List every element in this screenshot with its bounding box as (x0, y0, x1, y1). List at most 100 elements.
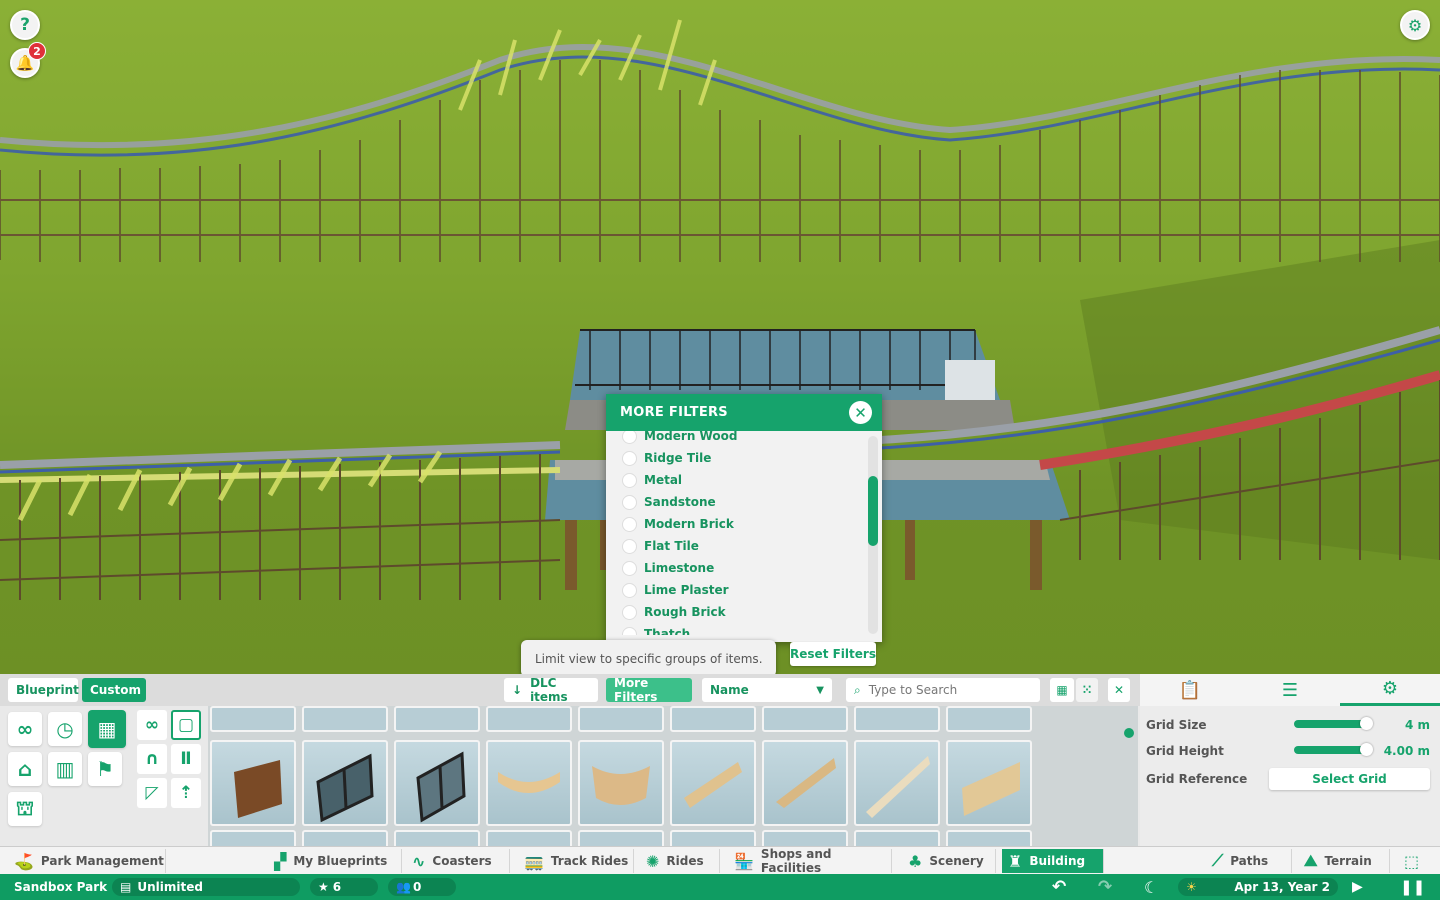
furniture-icon[interactable]: ⛫ (8, 792, 42, 826)
redo-icon[interactable]: ↷ (1098, 874, 1112, 900)
help-button[interactable]: ? (10, 10, 40, 40)
item-tile[interactable] (670, 706, 756, 732)
sub-arch-icon[interactable]: ∩ (137, 744, 167, 774)
park-rating[interactable]: ★ 6 (310, 878, 378, 896)
play-icon[interactable]: ▶ (1352, 874, 1363, 900)
filter-item[interactable]: Rough Brick (622, 601, 726, 623)
park-name[interactable]: Sandbox Park (14, 874, 107, 900)
filter-checkbox[interactable] (622, 626, 637, 635)
tab-custom[interactable]: Custom (82, 678, 146, 702)
day-night-icon[interactable]: ☾ (1144, 874, 1158, 900)
item-tile[interactable] (394, 740, 480, 826)
settings-button[interactable]: ⚙ (1400, 10, 1430, 40)
filter-checkbox[interactable] (622, 582, 637, 598)
nav-rides[interactable]: ✺ Rides (640, 849, 720, 873)
nav-paths[interactable]: ⟋ Paths (1206, 849, 1292, 873)
filter-item[interactable]: Thatch (622, 623, 690, 635)
tab-blueprint[interactable]: Blueprint (8, 678, 79, 702)
filter-item[interactable]: Sandstone (622, 491, 716, 513)
undo-icon[interactable]: ↶ (1052, 874, 1066, 900)
grid-height-slider[interactable] (1294, 746, 1366, 754)
list-icon[interactable]: ☰ (1240, 674, 1340, 706)
nav-track-rides[interactable]: 🚃 Track Rides (518, 849, 634, 873)
item-tile[interactable] (210, 740, 296, 826)
sub-tree-icon[interactable]: ⇡ (171, 778, 201, 808)
filter-item[interactable]: Limestone (622, 557, 714, 579)
items-scroll-indicator[interactable] (1124, 728, 1134, 738)
filters-scroll-thumb[interactable] (868, 476, 878, 546)
all-items-icon[interactable]: ∞ (8, 712, 42, 746)
clock-icon[interactable]: ◷ (48, 712, 82, 746)
item-tile[interactable] (670, 740, 756, 826)
item-tile[interactable] (486, 706, 572, 732)
windows-doors-icon[interactable]: ▥ (48, 752, 82, 786)
filter-checkbox[interactable] (622, 431, 637, 444)
filter-item[interactable]: Ridge Tile (622, 447, 711, 469)
gear-icon[interactable]: ⚙ (1340, 674, 1440, 706)
grid-height-slider-knob[interactable] (1360, 743, 1373, 756)
roofs-icon[interactable]: ⌂ (8, 752, 42, 786)
filter-checkbox[interactable] (622, 494, 637, 510)
item-tile[interactable] (394, 830, 480, 846)
guest-count[interactable]: 👥 0 (388, 878, 456, 896)
item-tile[interactable] (578, 706, 664, 732)
item-tile[interactable] (854, 706, 940, 732)
item-tile[interactable] (854, 830, 940, 846)
grid-size-slider-knob[interactable] (1360, 717, 1373, 730)
clipboard-icon[interactable]: 📋 (1140, 674, 1240, 706)
item-tile[interactable] (486, 830, 572, 846)
reset-filters-button[interactable]: Reset Filters (790, 642, 876, 666)
walls-icon[interactable]: ▦ (88, 710, 126, 748)
item-tile[interactable] (302, 706, 388, 732)
nav-shops-facilities[interactable]: 🏪 Shops and Facilities (728, 847, 892, 875)
nav-coasters[interactable]: ∿ Coasters (406, 849, 510, 873)
select-grid-button[interactable]: Select Grid (1269, 768, 1430, 790)
item-tile[interactable] (946, 706, 1032, 732)
small-grid-view-icon[interactable]: ⁙ (1076, 678, 1098, 702)
filters-list[interactable]: Modern Wood Ridge Tile Metal Sandstone M… (606, 431, 882, 635)
filter-checkbox[interactable] (622, 516, 637, 532)
nav-scenery[interactable]: ♣ Scenery (902, 849, 996, 873)
sub-column-icon[interactable]: Ⅱ (171, 744, 201, 774)
date-display[interactable]: ☀ Apr 13, Year 2 (1178, 878, 1338, 896)
nav-park-management[interactable]: ⛳ Park Management (8, 849, 166, 873)
item-tile[interactable] (394, 706, 480, 732)
item-tile[interactable] (946, 830, 1032, 846)
filter-checkbox[interactable] (622, 472, 637, 488)
filter-item[interactable]: Flat Tile (622, 535, 699, 557)
money-display[interactable]: ▤ Unlimited (112, 878, 300, 896)
pause-icon[interactable]: ❚❚ (1400, 874, 1425, 900)
sub-all-icon[interactable]: ∞ (137, 710, 167, 740)
item-tile[interactable] (946, 740, 1032, 826)
close-panel-icon[interactable]: ✕ (1108, 678, 1130, 702)
more-filters-button[interactable]: More Filters (606, 676, 692, 704)
filter-item[interactable]: Modern Wood (622, 431, 737, 447)
search-input[interactable]: ⌕ Type to Search (846, 678, 1040, 702)
items-grid[interactable] (208, 706, 1138, 846)
grid-size-slider[interactable] (1294, 720, 1366, 728)
item-tile[interactable] (762, 706, 848, 732)
large-grid-view-icon[interactable]: ▦ (1050, 678, 1074, 702)
item-tile[interactable] (578, 830, 664, 846)
filter-checkbox[interactable] (622, 450, 637, 466)
item-tile[interactable] (762, 830, 848, 846)
filter-checkbox[interactable] (622, 560, 637, 576)
sub-panel-icon[interactable]: ▢ (171, 710, 201, 740)
item-tile[interactable] (854, 740, 940, 826)
dlc-items-button[interactable]: ↓ DLC items (504, 676, 598, 704)
item-tile[interactable] (486, 740, 572, 826)
sub-frame-icon[interactable]: ◸ (137, 778, 167, 808)
item-tile[interactable] (302, 740, 388, 826)
item-tile[interactable] (210, 830, 296, 846)
item-tile[interactable] (578, 740, 664, 826)
nav-my-blueprints[interactable]: ▞ My Blueprints (268, 849, 402, 873)
filter-item[interactable]: Lime Plaster (622, 579, 729, 601)
sort-dropdown[interactable]: Name ▼ (702, 678, 832, 702)
filter-item[interactable]: Metal (622, 469, 682, 491)
item-tile[interactable] (210, 706, 296, 732)
signage-icon[interactable]: ⚑ (88, 752, 122, 786)
item-tile[interactable] (670, 830, 756, 846)
filter-item[interactable]: Modern Brick (622, 513, 734, 535)
nav-building[interactable]: ♜ Building (1002, 849, 1104, 873)
nav-terrain[interactable]: ⛰ Terrain (1298, 849, 1390, 873)
